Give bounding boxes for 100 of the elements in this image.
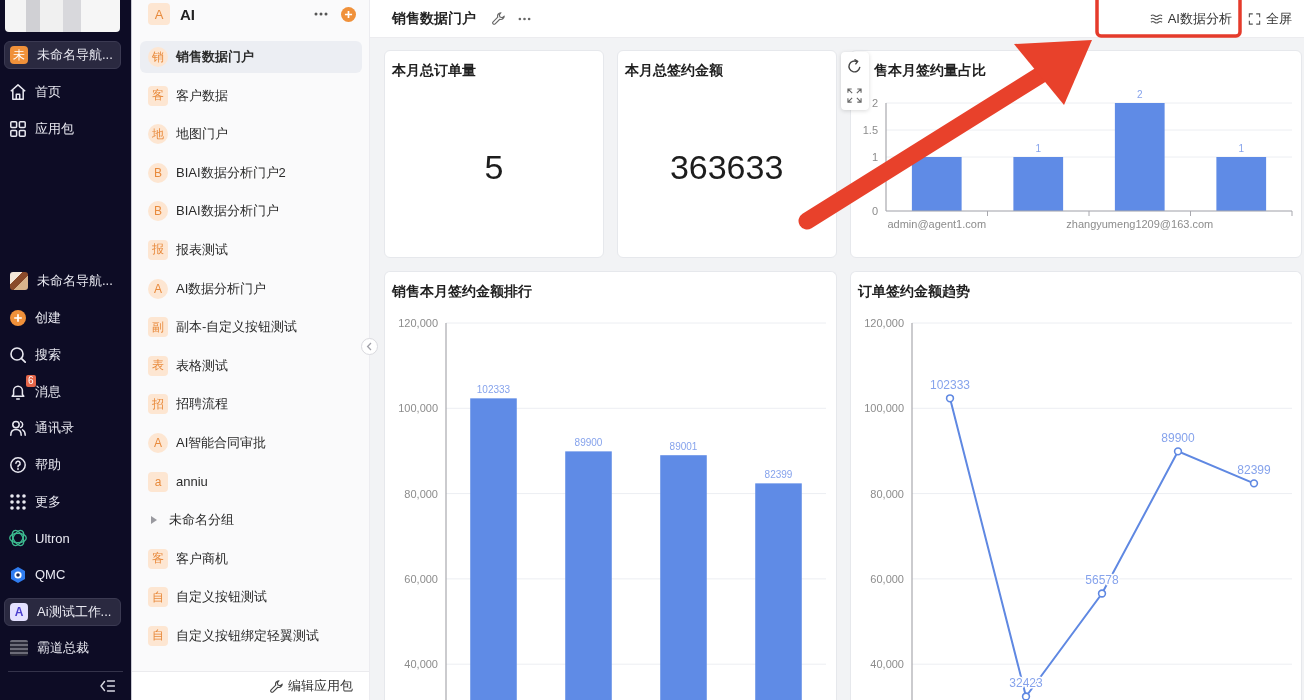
bar [1215, 157, 1266, 211]
nav-item[interactable]: 更多 [4, 487, 121, 516]
nav-item[interactable]: 未 未命名导航... [4, 41, 121, 69]
grid-icon [10, 121, 26, 137]
app-item[interactable]: 销 销售数据门户 [140, 41, 362, 73]
data-point [1249, 479, 1258, 488]
letter-badge: A [148, 278, 168, 299]
letter-badge: 未 [10, 46, 28, 64]
letter-badge: B [148, 162, 168, 183]
value-label: 102333 [929, 378, 970, 393]
nav-item[interactable]: QMC [4, 560, 121, 589]
value-label: 82399 [1236, 463, 1271, 478]
dots-grid-icon [10, 493, 26, 510]
card-title: 本月总订单量 [392, 61, 476, 79]
nav-item[interactable]: 消息 6 [4, 377, 121, 406]
data-point [1097, 589, 1106, 598]
app-item[interactable]: B BIAI数据分析门户2 [140, 156, 362, 189]
bar [1012, 157, 1063, 211]
value-label: 89900 [574, 437, 603, 449]
hexagon-logo-icon [10, 566, 26, 583]
y-tick-label: 1.5 [862, 124, 878, 136]
nav-item[interactable]: 创建 [4, 304, 121, 333]
y-tick-label: 120,000 [398, 317, 438, 329]
y-tick-label: 80,000 [869, 487, 904, 500]
letter-badge: B [148, 201, 168, 222]
expand-icon[interactable] [847, 88, 862, 103]
letter-badge: 自 [148, 625, 168, 646]
value-label: 1 [1237, 143, 1244, 154]
refresh-icon[interactable] [847, 59, 862, 74]
letter-badge: 地 [148, 124, 168, 145]
search-icon [10, 346, 26, 363]
count-badge: 6 [26, 374, 36, 387]
letter-badge: 表 [148, 355, 168, 376]
nav-item[interactable]: 霸道总裁 [4, 634, 121, 663]
fullscreen-icon [1248, 12, 1261, 25]
y-tick-label: 100,000 [863, 402, 904, 415]
kpi-value: 5 [484, 148, 504, 186]
nav-item[interactable]: 搜索 [4, 340, 121, 369]
y-tick-label: 40,000 [869, 658, 904, 671]
card-title: 本月总签约金额 [624, 61, 723, 79]
nav-item[interactable]: 帮助 [4, 450, 121, 479]
letter-badge: A [10, 602, 28, 621]
wrench-icon[interactable] [492, 12, 505, 25]
collapse-sidebar-icon[interactable] [100, 680, 115, 692]
app-item[interactable]: A AI数据分析门户 [140, 272, 362, 305]
nav-item[interactable]: 应用包 [4, 115, 121, 143]
value-label: 89900 [1160, 431, 1195, 446]
bell-icon [10, 383, 26, 400]
y-tick-label: 2 [871, 97, 878, 109]
y-tick-label: 0 [871, 205, 878, 217]
app-item[interactable]: 表 表格测试 [140, 349, 362, 382]
y-tick-label: 100,000 [398, 402, 438, 415]
app-item[interactable]: 地 地图门户 [140, 118, 362, 151]
app-item[interactable]: 报 报表测试 [140, 233, 362, 266]
y-tick-label: 40,000 [404, 658, 438, 671]
nav-item[interactable]: 首页 [4, 78, 121, 106]
help-icon [10, 456, 26, 473]
add-icon [10, 310, 26, 327]
home-icon [10, 84, 26, 100]
data-point [1173, 447, 1182, 456]
value-label: 2 [1136, 89, 1143, 100]
x-axis-label: zhangyumeng1209@163.com [1065, 218, 1213, 230]
contacts-icon [10, 420, 26, 437]
app-item[interactable]: B BIAI数据分析门户 [140, 195, 362, 228]
fullscreen-button[interactable]: 全屏 [1248, 9, 1292, 28]
y-tick-label: 80,000 [404, 487, 438, 500]
group-item[interactable]: 未命名分组 [140, 504, 362, 537]
nav-item[interactable]: A Ai测试工作... [4, 597, 121, 626]
waves-icon [1149, 12, 1163, 25]
app-item[interactable]: a anniu [140, 465, 362, 498]
value-label: 89001 [669, 441, 698, 453]
letter-badge: a [148, 471, 168, 492]
page-title: 销售数据门户 [392, 9, 476, 28]
more-icon[interactable] [518, 16, 531, 21]
y-tick-label: 120,000 [863, 317, 904, 329]
app-item[interactable]: 招 招聘流程 [140, 388, 362, 421]
avatar-placeholder [10, 272, 28, 291]
nav-item[interactable]: 通讯录 [4, 414, 121, 443]
wrench-icon [270, 679, 283, 693]
x-axis-label: admin@agent1.com [886, 218, 986, 230]
app-item[interactable]: 副 副本-自定义按钮测试 [140, 311, 362, 344]
letter-badge: 销 [148, 47, 168, 67]
letter-badge: A [148, 3, 170, 25]
caret-icon[interactable] [151, 516, 157, 525]
letter-badge: A [148, 432, 168, 453]
bar [911, 157, 962, 211]
ai-analysis-button[interactable]: AI数据分析 [1149, 9, 1232, 28]
app-item[interactable]: 自 自定义按钮测试 [140, 581, 362, 614]
app-item[interactable]: 客 客户商机 [140, 542, 362, 575]
y-tick-label: 1 [871, 151, 878, 163]
panel-title: AI [180, 5, 196, 23]
nav-item[interactable]: Ultron [4, 524, 121, 553]
app-item[interactable]: A AI智能合同审批 [140, 426, 362, 459]
value-label: 82399 [764, 469, 793, 481]
app-item[interactable]: 客 客户数据 [140, 79, 362, 112]
nav-item[interactable]: 未命名导航... [4, 267, 121, 296]
app-item[interactable]: 自 自定义按钮绑定轻翼测试 [140, 619, 362, 652]
kpi-value: 363633 [669, 148, 784, 186]
more-icon[interactable] [314, 12, 328, 16]
collapse-handle-icon[interactable] [361, 338, 378, 355]
